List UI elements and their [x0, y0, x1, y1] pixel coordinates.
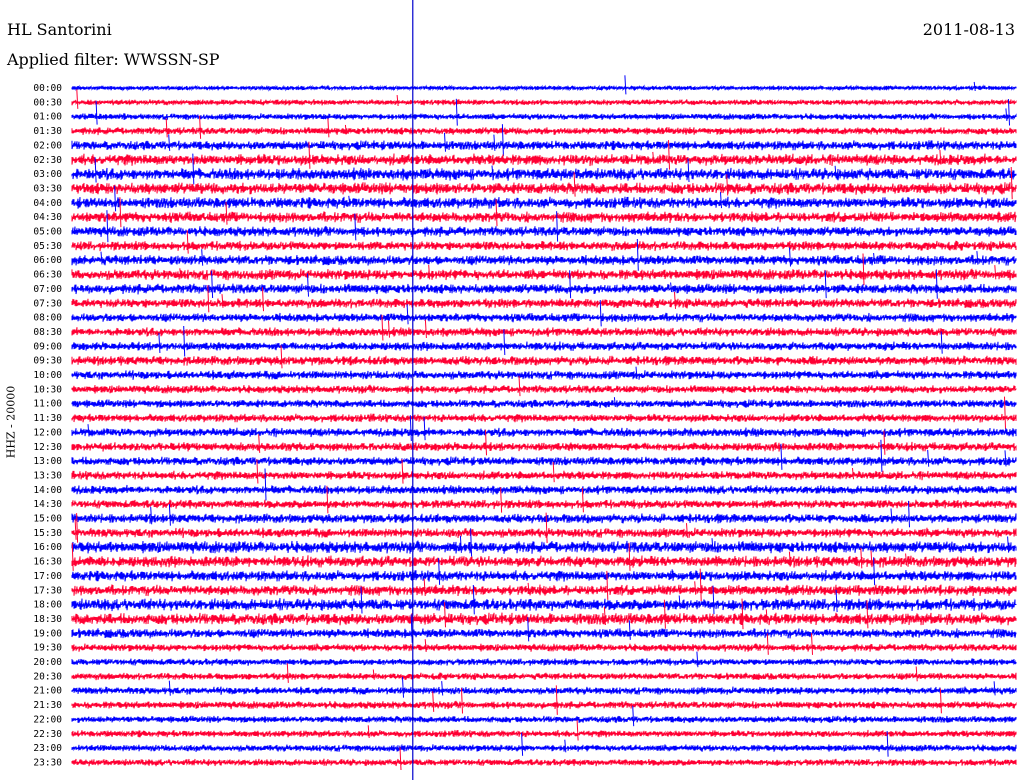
time-tick-label: 05:30: [33, 241, 62, 252]
time-tick-label: 05:00: [33, 227, 62, 238]
seismic-trace: [71, 663, 1017, 683]
seismic-trace: [71, 89, 1017, 109]
time-tick-label: 17:00: [33, 571, 62, 582]
seismic-trace: [71, 651, 1017, 668]
time-tick-label: 04:00: [33, 198, 62, 209]
time-tick-label: 14:30: [33, 499, 62, 510]
time-tick-label: 22:30: [33, 729, 62, 740]
trace-layer: [71, 75, 1017, 771]
time-tick-label: 09:30: [33, 356, 62, 367]
seismic-trace: [71, 747, 1017, 771]
seismic-trace: [71, 397, 1017, 409]
time-tick-label: 02:30: [33, 155, 62, 166]
time-tick-label: 13:00: [33, 456, 62, 467]
time-tick-label: 22:00: [33, 714, 62, 725]
time-tick-label: 06:00: [33, 255, 62, 266]
time-tick-label: 08:30: [33, 327, 62, 338]
time-tick-label: 07:00: [33, 284, 62, 295]
time-tick-label: 12:30: [33, 442, 62, 453]
time-tick-label: 11:30: [33, 413, 62, 424]
time-tick-label: 19:00: [33, 628, 62, 639]
time-tick-label: 01:30: [33, 126, 62, 137]
time-tick-label: 10:00: [33, 370, 62, 381]
time-tick-label: 23:00: [33, 743, 62, 754]
time-tick-label: 11:00: [33, 399, 62, 410]
time-tick-label: 21:00: [33, 686, 62, 697]
time-tick-label: 18:00: [33, 600, 62, 611]
time-tick-label: 15:30: [33, 528, 62, 539]
time-tick-label: 16:30: [33, 557, 62, 568]
time-tick-label: 10:30: [33, 384, 62, 395]
time-tick-label: 21:30: [33, 700, 62, 711]
seismic-trace: [71, 633, 1017, 655]
time-tick-label: 14:00: [33, 485, 62, 496]
time-tick-label: 15:00: [33, 514, 62, 525]
time-tick-label: 16:00: [33, 542, 62, 553]
time-tick-label: 12:00: [33, 427, 62, 438]
time-tick-layer: 00:00 00:30 01:00 01:30 02:00 02:30 03:00 03:30…: [33, 83, 62, 768]
seismic-trace: [71, 676, 1017, 698]
time-tick-label: 03:00: [33, 169, 62, 180]
seismic-trace: [71, 720, 1017, 741]
time-tick-label: 03:30: [33, 183, 62, 194]
seismic-trace: [71, 396, 1017, 429]
time-tick-label: 13:30: [33, 470, 62, 481]
time-tick-label: 04:30: [33, 212, 62, 223]
time-tick-label: 07:30: [33, 298, 62, 309]
seismic-trace: [71, 366, 1017, 380]
time-tick-label: 17:30: [33, 585, 62, 596]
time-tick-label: 20:30: [33, 671, 62, 682]
time-tick-label: 23:30: [33, 757, 62, 768]
time-tick-label: 09:00: [33, 341, 62, 352]
seismic-trace: [71, 75, 1017, 95]
time-tick-label: 02:00: [33, 140, 62, 151]
time-tick-label: 00:30: [33, 97, 62, 108]
helicorder-plot: 00:00 00:30 01:00 01:30 02:00 02:30 03:00 03:30…: [33, 0, 1017, 780]
time-tick-label: 06:30: [33, 270, 62, 281]
time-tick-label: 08:00: [33, 313, 62, 324]
time-tick-label: 18:30: [33, 614, 62, 625]
time-tick-label: 00:00: [33, 83, 62, 94]
time-tick-label: 19:30: [33, 643, 62, 654]
time-tick-label: 20:00: [33, 657, 62, 668]
time-tick-label: 01:00: [33, 112, 62, 123]
